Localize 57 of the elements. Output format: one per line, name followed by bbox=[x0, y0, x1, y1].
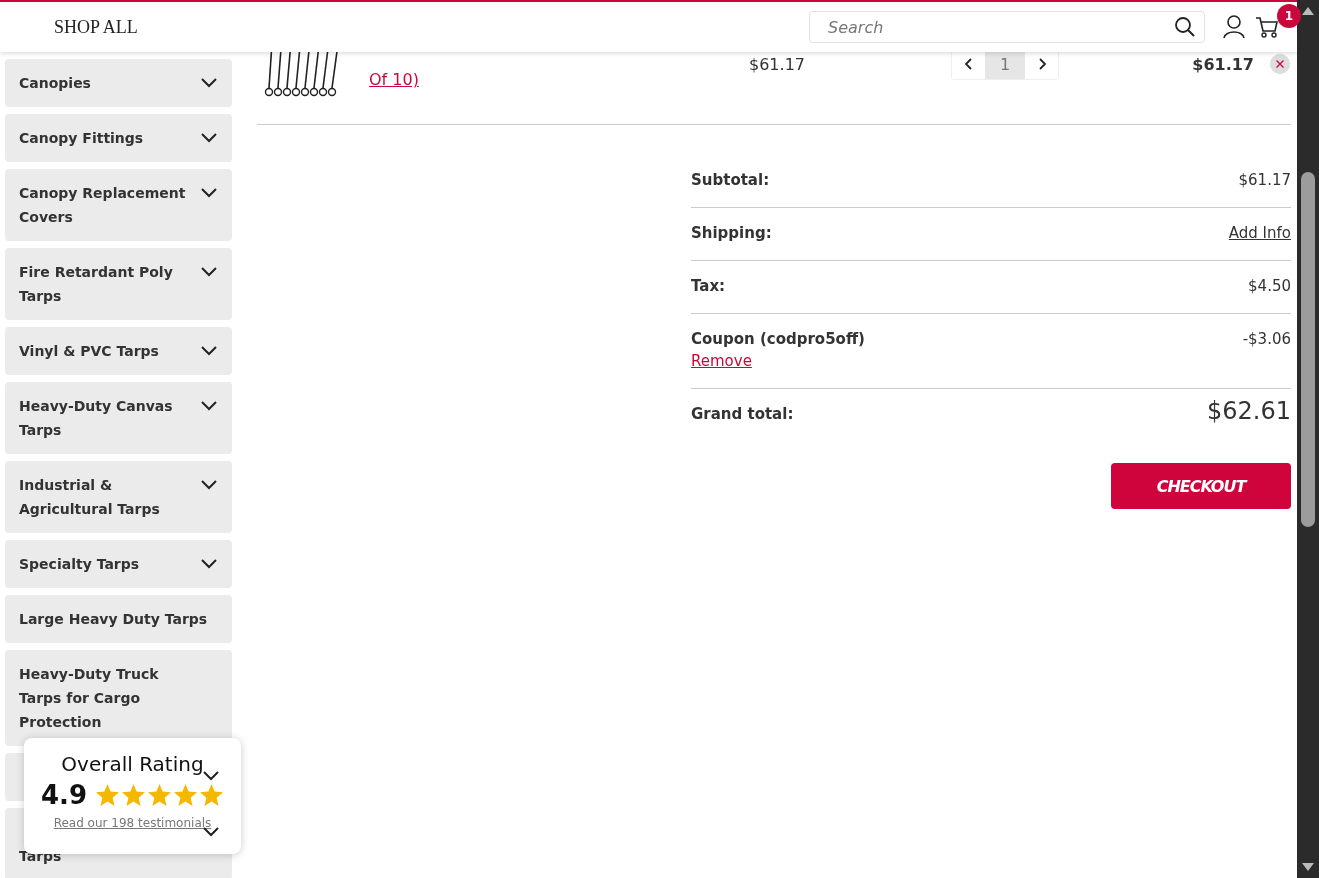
summary-value: $4.50 bbox=[1248, 277, 1291, 295]
summary-label: Grand total: bbox=[691, 405, 794, 423]
sidebar-item-label: Heavy-Duty Canvas Tarps bbox=[19, 397, 173, 440]
rating-title: Overall Rating bbox=[61, 752, 204, 776]
search-field[interactable]: Search bbox=[809, 11, 1205, 43]
chevron-down-icon bbox=[202, 826, 220, 837]
summary-label: Shipping: bbox=[691, 224, 772, 242]
sidebar-item-label: Large Heavy Duty Tarps bbox=[19, 610, 208, 629]
sidebar-item[interactable]: Heavy-Duty Canvas Tarps bbox=[5, 382, 232, 454]
sidebar-item[interactable]: Large Heavy Duty Tarps bbox=[5, 595, 232, 643]
remove-coupon-link[interactable]: Remove bbox=[691, 352, 865, 370]
summary-label: Subtotal: bbox=[691, 171, 770, 189]
star-icon bbox=[147, 783, 173, 807]
sidebar-item[interactable]: Canopy Replacement Covers bbox=[5, 169, 232, 241]
add-info-link[interactable]: Add Info bbox=[1228, 224, 1291, 242]
product-link[interactable]: Of 10) bbox=[369, 66, 749, 93]
summary-value: -$3.06 bbox=[1242, 330, 1291, 348]
search-icon bbox=[1174, 16, 1196, 38]
cart-icon[interactable] bbox=[1255, 16, 1279, 38]
testimonials-link[interactable]: Read our 198 testimonials bbox=[53, 816, 212, 830]
sidebar-item-label: Heavy-Duty Truck Tarps for Cargo Protection bbox=[19, 665, 159, 732]
cart-count-badge: 1 bbox=[1277, 4, 1301, 28]
sidebar-item-label: Canopy Replacement Covers bbox=[19, 184, 186, 227]
sidebar-item[interactable]: Specialty Tarps bbox=[5, 540, 232, 588]
scrollbar-thumb[interactable] bbox=[1301, 172, 1315, 527]
arrow-up-icon bbox=[1301, 6, 1315, 16]
star-icon bbox=[95, 783, 121, 807]
sidebar-item[interactable]: Industrial & Agricultural Tarps bbox=[5, 461, 232, 533]
checkout-button[interactable]: CHECKOUT bbox=[1111, 463, 1291, 509]
sidebar-item[interactable]: Fire Retardant Poly Tarps bbox=[5, 248, 232, 320]
sidebar-item[interactable]: Vinyl & PVC Tarps bbox=[5, 327, 232, 375]
chevron-right-icon bbox=[1037, 58, 1046, 70]
shop-all-link[interactable]: SHOP ALL bbox=[54, 16, 138, 38]
star-icon bbox=[173, 783, 199, 807]
sidebar-item-label: Canopy Fittings bbox=[19, 129, 144, 148]
rating-score: 4.9 bbox=[40, 780, 88, 810]
arrow-down-icon bbox=[1301, 862, 1315, 872]
star-icon bbox=[199, 783, 225, 807]
sidebar-item[interactable]: Canopy Fittings bbox=[5, 114, 232, 162]
grand-total-value: $62.61 bbox=[1207, 397, 1291, 425]
sidebar-item-label: Fire Retardant Poly Tarps bbox=[19, 263, 173, 306]
summary-label: Tax: bbox=[691, 277, 726, 295]
summary-label: Coupon (codpro5off) bbox=[691, 330, 865, 348]
sidebar-item-label: Industrial & Agricultural Tarps bbox=[19, 476, 160, 519]
scrollbar[interactable] bbox=[1297, 0, 1319, 878]
user-icon[interactable] bbox=[1223, 15, 1245, 39]
summary-value: $61.17 bbox=[1238, 171, 1291, 189]
line-total: $61.17 bbox=[1191, 54, 1254, 74]
star-icon bbox=[121, 783, 147, 807]
sidebar-item-label: Specialty Tarps bbox=[19, 555, 140, 574]
sidebar-item[interactable]: Canopies bbox=[5, 59, 232, 107]
unit-price: $61.17 bbox=[749, 54, 806, 74]
chevron-down-icon bbox=[202, 770, 220, 781]
sidebar-item-label: Canopies bbox=[19, 74, 91, 93]
sidebar-item[interactable]: Heavy-Duty Truck Tarps for Cargo Protection bbox=[5, 650, 232, 746]
chevron-left-icon bbox=[964, 58, 973, 70]
sidebar-item-label: Vinyl & PVC Tarps bbox=[19, 342, 159, 361]
